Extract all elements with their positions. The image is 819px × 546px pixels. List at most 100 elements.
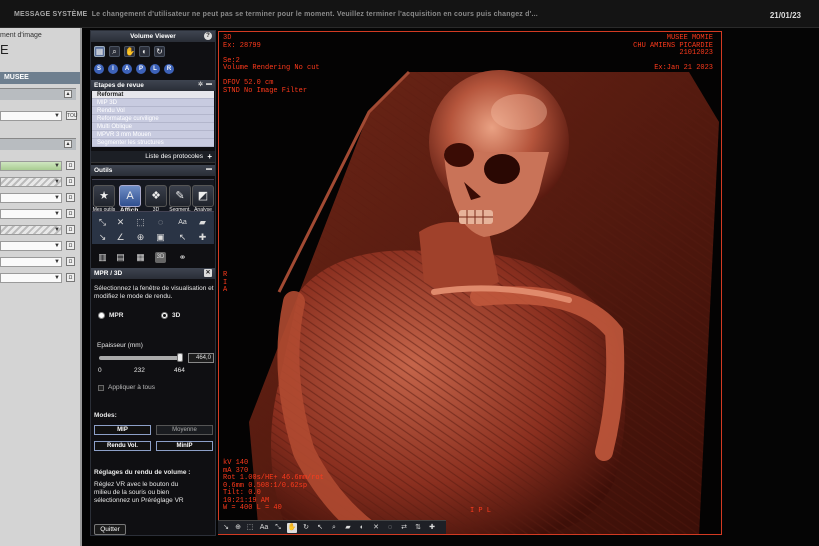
- left-panel-row-button-2[interactable]: Ω: [66, 177, 75, 186]
- left-panel-row-2[interactable]: ▼: [0, 177, 62, 187]
- volume-viewer-panel: Volume Viewer ? ▦ ⌕ ✋ ◐ ↻ S I A P L R Et…: [90, 30, 216, 536]
- left-panel-row-4[interactable]: ▼: [0, 209, 62, 219]
- segment-icon[interactable]: ✎: [169, 185, 191, 207]
- swap-icon[interactable]: ⇄: [399, 523, 409, 533]
- add-protocol-icon[interactable]: +: [207, 152, 212, 161]
- display-icon[interactable]: A: [119, 185, 141, 207]
- crosshair-icon[interactable]: ⊕: [233, 523, 243, 533]
- measure-icon[interactable]: ⤡: [97, 217, 108, 228]
- step-item[interactable]: Reformatage curviligne: [92, 115, 214, 123]
- orientation-superior-button[interactable]: S: [94, 64, 104, 74]
- orientation-left-button[interactable]: L: [150, 64, 160, 74]
- mode-average-button[interactable]: Moyenne: [156, 425, 213, 435]
- link-icon[interactable]: ⚭: [177, 252, 188, 263]
- viewer-layout-icon[interactable]: ▦: [94, 46, 105, 57]
- roi-ellipse-icon[interactable]: ◌: [385, 523, 395, 533]
- film-icon[interactable]: ▦: [135, 252, 146, 263]
- 3d-icon[interactable]: ❖: [145, 185, 167, 207]
- orientation-right-button[interactable]: R: [164, 64, 174, 74]
- volume-box-icon[interactable]: ▣: [155, 232, 166, 243]
- orientation-inferior-button[interactable]: I: [108, 64, 118, 74]
- left-panel-row-6[interactable]: ▼: [0, 241, 62, 251]
- left-panel-row-button-5[interactable]: Ω: [66, 225, 75, 234]
- render-3d-icon[interactable]: 3D: [155, 252, 166, 263]
- close-icon[interactable]: ✕: [204, 269, 212, 277]
- left-panel-row-button-6[interactable]: Ω: [66, 241, 75, 250]
- add-point-icon[interactable]: ✚: [427, 523, 437, 533]
- pan-hand-icon[interactable]: ✋: [124, 46, 135, 57]
- pan-hand-icon[interactable]: ✋: [287, 523, 297, 533]
- step-item[interactable]: Multi Oblique: [92, 123, 214, 131]
- text-annotation-icon[interactable]: Aa: [259, 523, 269, 533]
- left-panel-row-7[interactable]: ▼: [0, 257, 62, 267]
- angle-icon[interactable]: ∠: [115, 232, 126, 243]
- thickness-tick-min: 0: [98, 367, 102, 374]
- measure-icon[interactable]: ⤡: [273, 523, 283, 533]
- modes-label: Modes:: [94, 412, 117, 419]
- thickness-slider[interactable]: [99, 353, 183, 362]
- left-panel-row-button-7[interactable]: Ω: [66, 257, 75, 266]
- steps-settings-icon[interactable]: ✲: [198, 81, 203, 88]
- arrow-icon[interactable]: ↘: [221, 523, 231, 533]
- pointer-icon[interactable]: ↖: [315, 523, 325, 533]
- step-item[interactable]: Reformat: [92, 91, 214, 99]
- mode-volume-rendering-button[interactable]: Rendu Vol.: [94, 441, 151, 451]
- text-annotation-icon[interactable]: Aa: [177, 217, 188, 228]
- help-icon[interactable]: ?: [204, 32, 212, 40]
- steps-collapse-icon[interactable]: ▬: [206, 81, 212, 87]
- left-panel-row-3[interactable]: ▼: [0, 193, 62, 203]
- roi-rect-icon[interactable]: ⬚: [245, 523, 255, 533]
- volume-viewer-header: Volume Viewer ?: [91, 31, 215, 42]
- grid-icon[interactable]: ▥: [97, 252, 108, 263]
- flip-icon[interactable]: ⇅: [413, 523, 423, 533]
- rotate-icon[interactable]: ↻: [154, 46, 165, 57]
- step-item[interactable]: MIP 3D: [92, 99, 214, 107]
- thickness-label: Epaisseur (mm): [97, 342, 143, 349]
- note-icon[interactable]: ▰: [197, 217, 208, 228]
- arrow-icon[interactable]: ↘: [97, 232, 108, 243]
- left-panel-row-button-1[interactable]: Ω: [66, 161, 75, 170]
- 3d-viewport[interactable]: 3D Ex: 28799 Se:2 Volume Rendering No cu…: [218, 31, 722, 535]
- left-panel-row-1[interactable]: ▼: [0, 161, 62, 171]
- protocols-list-button[interactable]: Liste des protocoles +: [91, 151, 215, 163]
- left-panel-row-button-8[interactable]: Ω: [66, 273, 75, 282]
- tools-collapse-icon[interactable]: ▬: [206, 166, 212, 172]
- roi-rect-icon[interactable]: ⬚: [135, 217, 146, 228]
- zoom-icon[interactable]: ⌕: [329, 523, 339, 533]
- radio-mpr[interactable]: [98, 312, 105, 319]
- radio-3d[interactable]: [161, 312, 168, 319]
- table-icon[interactable]: ▤: [115, 252, 126, 263]
- orientation-posterior-button[interactable]: P: [136, 64, 146, 74]
- left-panel-row-button-4[interactable]: Ω: [66, 209, 75, 218]
- cross-icon[interactable]: ✕: [371, 523, 381, 533]
- left-panel-row-button-3[interactable]: Ω: [66, 193, 75, 202]
- collapse-arrow-icon[interactable]: ▴: [64, 140, 72, 148]
- thickness-slider-handle[interactable]: [177, 353, 183, 362]
- add-point-icon[interactable]: ✚: [197, 232, 208, 243]
- apply-all-checkbox[interactable]: [98, 385, 104, 391]
- rotate-icon[interactable]: ↻: [301, 523, 311, 533]
- note-icon[interactable]: ▰: [343, 523, 353, 533]
- cross-icon[interactable]: ✕: [115, 217, 126, 228]
- window-level-icon[interactable]: ◐: [139, 46, 150, 57]
- step-item[interactable]: Segmenter les structures: [92, 139, 214, 147]
- star-icon[interactable]: ★: [93, 185, 115, 207]
- crosshair-icon[interactable]: ⊕: [135, 232, 146, 243]
- pointer-icon[interactable]: ↖: [177, 232, 188, 243]
- collapse-arrow-icon[interactable]: ▴: [64, 90, 72, 98]
- left-panel-row-5[interactable]: ▼: [0, 225, 62, 235]
- analysis-icon[interactable]: ◩: [192, 185, 214, 207]
- mode-mip-button[interactable]: MIP: [94, 425, 151, 435]
- left-panel-row-8[interactable]: ▼: [0, 273, 62, 283]
- mode-minip-button[interactable]: MinIP: [156, 441, 213, 451]
- thickness-value-field[interactable]: 464,0: [188, 353, 214, 363]
- left-panel-field-button[interactable]: TOU: [66, 111, 77, 120]
- quit-button[interactable]: Quitter: [94, 524, 126, 535]
- roi-ellipse-icon[interactable]: ◌: [155, 217, 166, 228]
- zoom-icon[interactable]: ⌕: [109, 46, 120, 57]
- left-panel-field-1[interactable]: ▼: [0, 111, 62, 121]
- orientation-anterior-button[interactable]: A: [122, 64, 132, 74]
- window-level-icon[interactable]: ◐: [357, 523, 367, 533]
- step-item[interactable]: Rendu Vol: [92, 107, 214, 115]
- step-item[interactable]: MPVR 3 mm Mouen: [92, 131, 214, 139]
